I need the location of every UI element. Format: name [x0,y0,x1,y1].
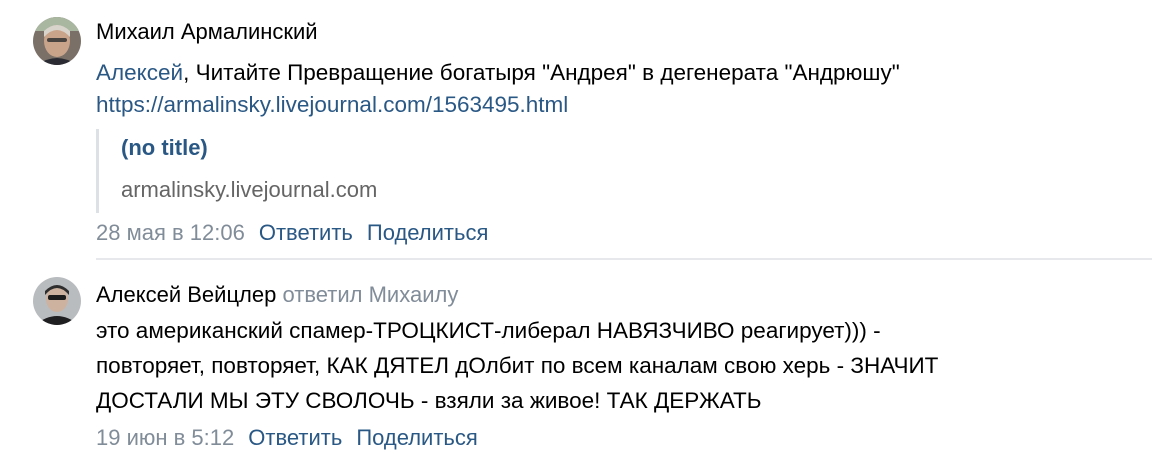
author-name[interactable]: Алексей Вейцлер [96,282,276,307]
snippet-domain: armalinsky.livejournal.com [121,177,378,202]
avatar[interactable] [33,277,81,325]
link-snippet[interactable]: (no title) armalinsky.livejournal.com [96,129,499,213]
reply-button[interactable]: Ответить [259,220,353,245]
comment-date[interactable]: 28 мая в 12:06 [96,220,245,245]
comment-2: Алексей Вейцлер ответил Михаилу это амер… [0,260,1152,470]
comment-body-line: это американский спамер-ТРОЦКИСТ-либерал… [96,318,881,343]
reply-button[interactable]: Ответить [248,425,342,450]
user-avatar-icon [33,277,81,325]
comment-url-line: https://armalinsky.livejournal.com/15634… [96,87,568,123]
snippet-title[interactable]: (no title) [121,134,208,162]
user-avatar-icon [33,17,81,65]
comment-1: Михаил Армалинский Алексей, Читайте Прев… [0,0,1152,258]
comment-author: Алексей Вейцлер ответил Михаилу [96,281,458,309]
replied-prefix: ответил [282,282,363,307]
comment-author: Михаил Армалинский [96,18,318,46]
share-button[interactable]: Поделиться [367,220,488,245]
comment-body-line: ДОСТАЛИ МЫ ЭТУ СВОЛОЧЬ - взяли за живое!… [96,388,762,413]
comment-body: , Читайте Превращение богатыря "Андрея" … [183,60,900,85]
comment-meta: 19 июн в 5:12 Ответить Поделиться [96,424,478,452]
reply-mention-link[interactable]: Алексей [96,60,183,85]
comment-body-line: повторяет, повторяет, КАК ДЯТЕЛ дОлбит п… [96,353,939,378]
comment-meta: 28 мая в 12:06 Ответить Поделиться [96,219,488,247]
comment-date[interactable]: 19 июн в 5:12 [96,425,234,450]
author-name[interactable]: Михаил Армалинский [96,19,318,44]
avatar[interactable] [33,17,81,65]
comment-text: Алексей, Читайте Превращение богатыря "А… [96,55,900,91]
external-link[interactable]: https://armalinsky.livejournal.com/15634… [96,92,568,117]
replied-to-link[interactable]: Михаилу [369,282,459,307]
share-button[interactable]: Поделиться [356,425,477,450]
